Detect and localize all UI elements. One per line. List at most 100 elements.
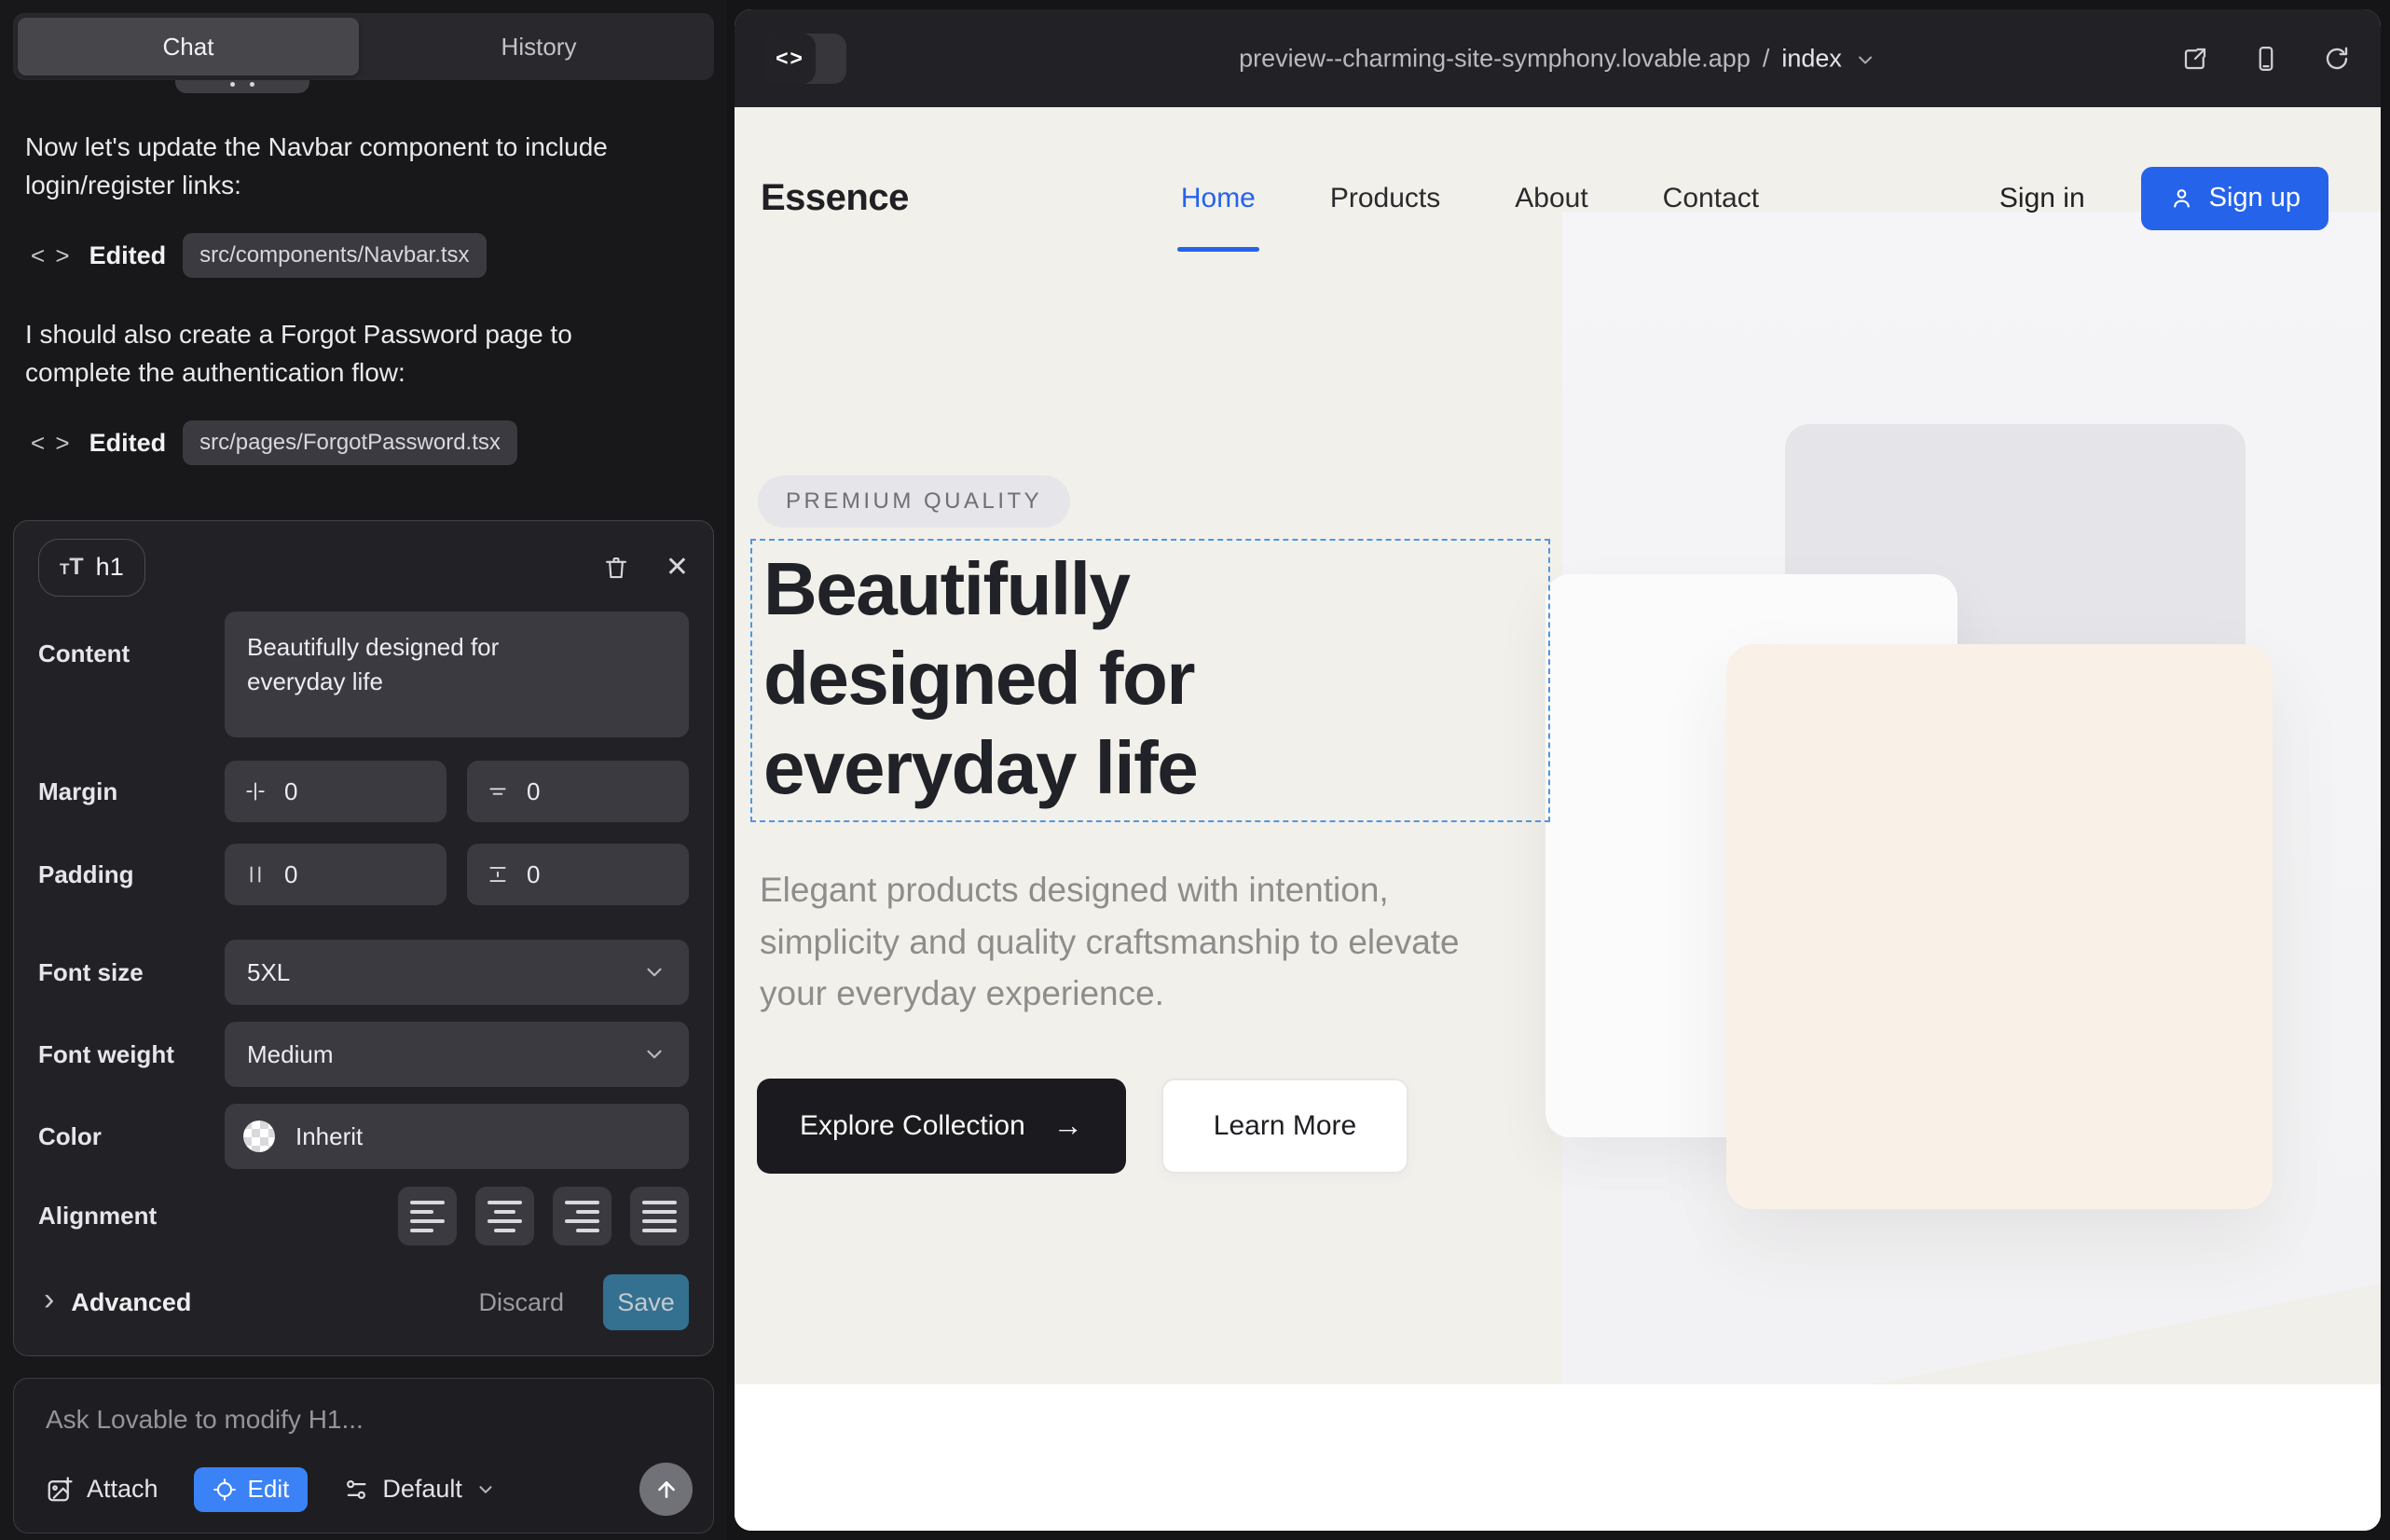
hero-description: Elegant products designed with intention… bbox=[760, 864, 1496, 1020]
send-button[interactable] bbox=[639, 1463, 693, 1516]
chat-message: I should also create a Forgot Password p… bbox=[25, 316, 645, 392]
content-row: Content Beautifully designed for everyda… bbox=[38, 612, 689, 737]
font-weight-label: Font weight bbox=[38, 1040, 225, 1069]
save-button[interactable]: Save bbox=[603, 1274, 689, 1330]
sliders-icon bbox=[343, 1477, 369, 1503]
nav-links: Home Products About Contact bbox=[1181, 183, 1759, 214]
edited-file-row[interactable]: < > Edited src/pages/ForgotPassword.tsx bbox=[31, 419, 702, 466]
chevron-down-icon bbox=[642, 960, 666, 984]
decor-card-cream bbox=[1726, 644, 2273, 1209]
refresh-icon[interactable] bbox=[2323, 45, 2351, 73]
ellipsis-dot bbox=[250, 82, 254, 87]
chevron-down-icon bbox=[475, 1479, 496, 1500]
edited-file-row[interactable]: < > Edited src/components/Navbar.tsx bbox=[31, 232, 702, 279]
mobile-view-icon[interactable] bbox=[2252, 45, 2280, 73]
site-canvas: Essence Home Products About Contact Sign… bbox=[735, 107, 2381, 1531]
close-icon[interactable]: ✕ bbox=[666, 551, 689, 584]
file-chip[interactable]: src/pages/ForgotPassword.tsx bbox=[183, 420, 517, 465]
site-logo[interactable]: Essence bbox=[761, 177, 909, 219]
user-icon bbox=[2169, 186, 2194, 211]
margin-horizontal-icon bbox=[243, 779, 268, 804]
chevron-right-icon: › bbox=[44, 1282, 54, 1318]
padding-y-input[interactable]: 0 bbox=[467, 844, 689, 905]
chevron-down-icon bbox=[642, 1042, 666, 1066]
font-size-row: Font size 5XL bbox=[38, 940, 689, 1005]
align-center-icon[interactable] bbox=[475, 1187, 534, 1245]
color-picker[interactable]: Inherit bbox=[225, 1104, 689, 1169]
element-tag-pill[interactable]: TT h1 bbox=[38, 539, 145, 597]
advanced-toggle[interactable]: Advanced bbox=[71, 1288, 191, 1317]
color-label: Color bbox=[38, 1122, 225, 1151]
next-section bbox=[735, 1384, 2381, 1531]
discard-button[interactable]: Discard bbox=[478, 1288, 564, 1317]
url-separator: / bbox=[1763, 44, 1770, 73]
nav-link-products[interactable]: Products bbox=[1330, 183, 1440, 214]
element-tag-label: h1 bbox=[96, 553, 124, 582]
preview-topbar: <> preview--charming-site-symphony.lovab… bbox=[735, 9, 2381, 107]
ellipsis-dot bbox=[230, 82, 235, 87]
alignment-label: Alignment bbox=[38, 1202, 225, 1231]
align-right-icon[interactable] bbox=[553, 1187, 611, 1245]
edited-label: Edited bbox=[89, 429, 167, 458]
margin-x-input[interactable]: 0 bbox=[225, 761, 446, 822]
margin-row: Margin 0 0 bbox=[38, 761, 689, 822]
trash-icon[interactable] bbox=[602, 554, 630, 582]
color-swatch bbox=[243, 1121, 275, 1152]
element-inspector-panel: TT h1 ✕ Content Beautifully designed for… bbox=[13, 520, 714, 1356]
font-weight-row: Font weight Medium bbox=[38, 1022, 689, 1087]
premium-badge: PREMIUM QUALITY bbox=[758, 475, 1070, 528]
target-icon bbox=[213, 1478, 237, 1502]
nav-link-about[interactable]: About bbox=[1515, 183, 1587, 214]
edited-label: Edited bbox=[89, 241, 167, 270]
file-chip[interactable]: src/components/Navbar.tsx bbox=[183, 233, 486, 278]
padding-x-input[interactable]: 0 bbox=[225, 844, 446, 905]
composer-input[interactable]: Ask Lovable to modify H1... bbox=[46, 1405, 691, 1435]
padding-row: Padding 0 0 bbox=[38, 844, 689, 905]
explore-collection-button[interactable]: Explore Collection → bbox=[757, 1079, 1126, 1174]
sign-in-link[interactable]: Sign in bbox=[1999, 183, 2085, 214]
inspector-footer: › Advanced Discard Save bbox=[38, 1274, 689, 1330]
chat-composer: Ask Lovable to modify H1... Attach Edit … bbox=[13, 1378, 714, 1533]
arrow-up-icon bbox=[654, 1478, 679, 1502]
content-input[interactable]: Beautifully designed for everyday life bbox=[225, 612, 689, 737]
scrolled-chip-fragment bbox=[175, 80, 309, 93]
font-weight-select[interactable]: Medium bbox=[225, 1022, 689, 1087]
url-host: preview--charming-site-symphony.lovable.… bbox=[1239, 44, 1751, 73]
font-size-select[interactable]: 5XL bbox=[225, 940, 689, 1005]
site-navbar: Essence Home Products About Contact Sign… bbox=[735, 107, 2381, 289]
typography-icon: TT bbox=[60, 554, 84, 581]
hero-heading[interactable]: Beautifully designed for everyday life bbox=[763, 544, 1416, 813]
nav-link-contact[interactable]: Contact bbox=[1663, 183, 1759, 214]
alignment-row: Alignment bbox=[38, 1187, 689, 1245]
margin-label: Margin bbox=[38, 777, 225, 806]
padding-label: Padding bbox=[38, 860, 225, 889]
attach-button[interactable]: Attach bbox=[46, 1475, 158, 1504]
url-page: index bbox=[1781, 44, 1842, 73]
tab-chat[interactable]: Chat bbox=[13, 13, 364, 80]
color-row: Color Inherit bbox=[38, 1104, 689, 1169]
learn-more-button[interactable]: Learn More bbox=[1161, 1079, 1408, 1174]
mode-select[interactable]: Default bbox=[343, 1475, 496, 1504]
chat-message-list: Now let's update the Navbar component to… bbox=[25, 129, 702, 503]
lovable-editor-app: Chat History Now let's update the Navbar… bbox=[0, 0, 2390, 1540]
edit-mode-button[interactable]: Edit bbox=[194, 1467, 309, 1512]
margin-y-input[interactable]: 0 bbox=[467, 761, 689, 822]
code-view-toggle[interactable]: <> bbox=[764, 34, 846, 84]
url-bar[interactable]: preview--charming-site-symphony.lovable.… bbox=[1239, 44, 1876, 73]
padding-vertical-icon bbox=[486, 862, 510, 887]
inspector-header: TT h1 ✕ bbox=[38, 537, 689, 598]
open-external-icon[interactable] bbox=[2181, 45, 2209, 73]
sign-up-button[interactable]: Sign up bbox=[2141, 167, 2328, 230]
h1-selection-outline[interactable]: Beautifully designed for everyday life bbox=[750, 539, 1550, 822]
nav-link-home[interactable]: Home bbox=[1181, 183, 1256, 214]
align-left-icon[interactable] bbox=[398, 1187, 457, 1245]
code-icon: < > bbox=[31, 429, 73, 458]
chat-message: Now let's update the Navbar component to… bbox=[25, 129, 645, 204]
padding-horizontal-icon bbox=[243, 862, 268, 887]
hero-cta-group: Explore Collection → Learn More bbox=[757, 1079, 1408, 1174]
tab-history[interactable]: History bbox=[364, 13, 714, 80]
content-label: Content bbox=[38, 612, 225, 668]
align-justify-icon[interactable] bbox=[630, 1187, 689, 1245]
margin-vertical-icon bbox=[486, 779, 510, 804]
font-size-label: Font size bbox=[38, 958, 225, 987]
